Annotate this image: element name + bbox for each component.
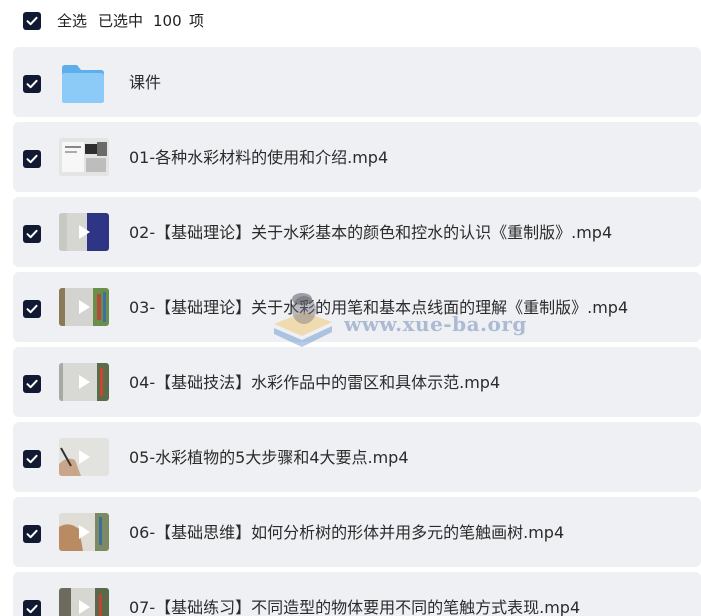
selected-suffix: 项 [189, 12, 205, 30]
file-name[interactable]: 01-各种水彩材料的使用和介绍.mp4 [129, 146, 388, 170]
checkmark-icon [26, 604, 38, 614]
checkmark-icon [26, 79, 38, 89]
selected-count: 100 [153, 12, 182, 30]
video-thumbnail [59, 213, 109, 251]
checkmark-icon [26, 379, 38, 389]
file-row-video[interactable]: 06-【基础思维】如何分析树的形体并用多元的笔触画树.mp4 [13, 497, 701, 567]
checkmark-icon [26, 229, 38, 239]
play-icon [79, 525, 90, 539]
selection-toolbar: 全选 已选中 100 项 [0, 0, 701, 42]
row-checkbox[interactable] [23, 300, 41, 318]
video-thumbnail [59, 513, 109, 551]
play-icon [79, 300, 90, 314]
row-checkbox[interactable] [23, 525, 41, 543]
video-thumbnail [59, 588, 109, 616]
play-icon [79, 225, 90, 239]
selected-prefix: 已选中 [98, 12, 144, 30]
file-row-video[interactable]: 04-【基础技法】水彩作品中的雷区和具体示范.mp4 [13, 347, 701, 417]
video-thumbnail [59, 438, 109, 476]
file-row-video[interactable]: 07-【基础练习】不同造型的物体要用不同的笔触方式表现.mp4 [13, 572, 701, 616]
row-checkbox[interactable] [23, 600, 41, 616]
file-row-video[interactable]: 03-【基础理论】关于水彩的用笔和基本点线面的理解《重制版》.mp4 [13, 272, 701, 342]
file-name[interactable]: 02-【基础理论】关于水彩基本的颜色和控水的认识《重制版》.mp4 [129, 221, 612, 245]
file-name[interactable]: 05-水彩植物的5大步骤和4大要点.mp4 [129, 446, 409, 470]
checkmark-icon [26, 16, 38, 26]
select-all-label[interactable]: 全选 [57, 10, 87, 32]
file-name[interactable]: 课件 [129, 71, 161, 95]
file-row-folder[interactable]: 课件 [13, 47, 701, 117]
file-name[interactable]: 03-【基础理论】关于水彩的用笔和基本点线面的理解《重制版》.mp4 [129, 296, 628, 320]
row-checkbox[interactable] [23, 375, 41, 393]
play-icon [79, 450, 90, 464]
checkmark-icon [26, 529, 38, 539]
file-name[interactable]: 07-【基础练习】不同造型的物体要用不同的笔触方式表现.mp4 [129, 596, 580, 616]
row-checkbox[interactable] [23, 450, 41, 468]
video-thumbnail [59, 363, 109, 401]
file-selection-list-view: 全选 已选中 100 项 课件 01-各种水彩材料的使用和介绍.mp4 02-【… [0, 0, 701, 616]
checkmark-icon [26, 304, 38, 314]
checkmark-icon [26, 454, 38, 464]
folder-icon [62, 65, 104, 103]
row-checkbox[interactable] [23, 150, 41, 168]
file-name[interactable]: 04-【基础技法】水彩作品中的雷区和具体示范.mp4 [129, 371, 500, 395]
play-icon [79, 375, 90, 389]
play-icon [79, 600, 90, 614]
file-row-video[interactable]: 02-【基础理论】关于水彩基本的颜色和控水的认识《重制版》.mp4 [13, 197, 701, 267]
video-thumbnail [59, 138, 109, 176]
row-checkbox[interactable] [23, 225, 41, 243]
checkmark-icon [26, 154, 38, 164]
file-row-video[interactable]: 01-各种水彩材料的使用和介绍.mp4 [13, 122, 701, 192]
thumbnail-image-icon [59, 138, 109, 176]
video-thumbnail [59, 288, 109, 326]
file-row-video[interactable]: 05-水彩植物的5大步骤和4大要点.mp4 [13, 422, 701, 492]
select-all-checkbox[interactable] [23, 12, 41, 30]
row-checkbox[interactable] [23, 75, 41, 93]
file-name[interactable]: 06-【基础思维】如何分析树的形体并用多元的笔触画树.mp4 [129, 521, 564, 545]
